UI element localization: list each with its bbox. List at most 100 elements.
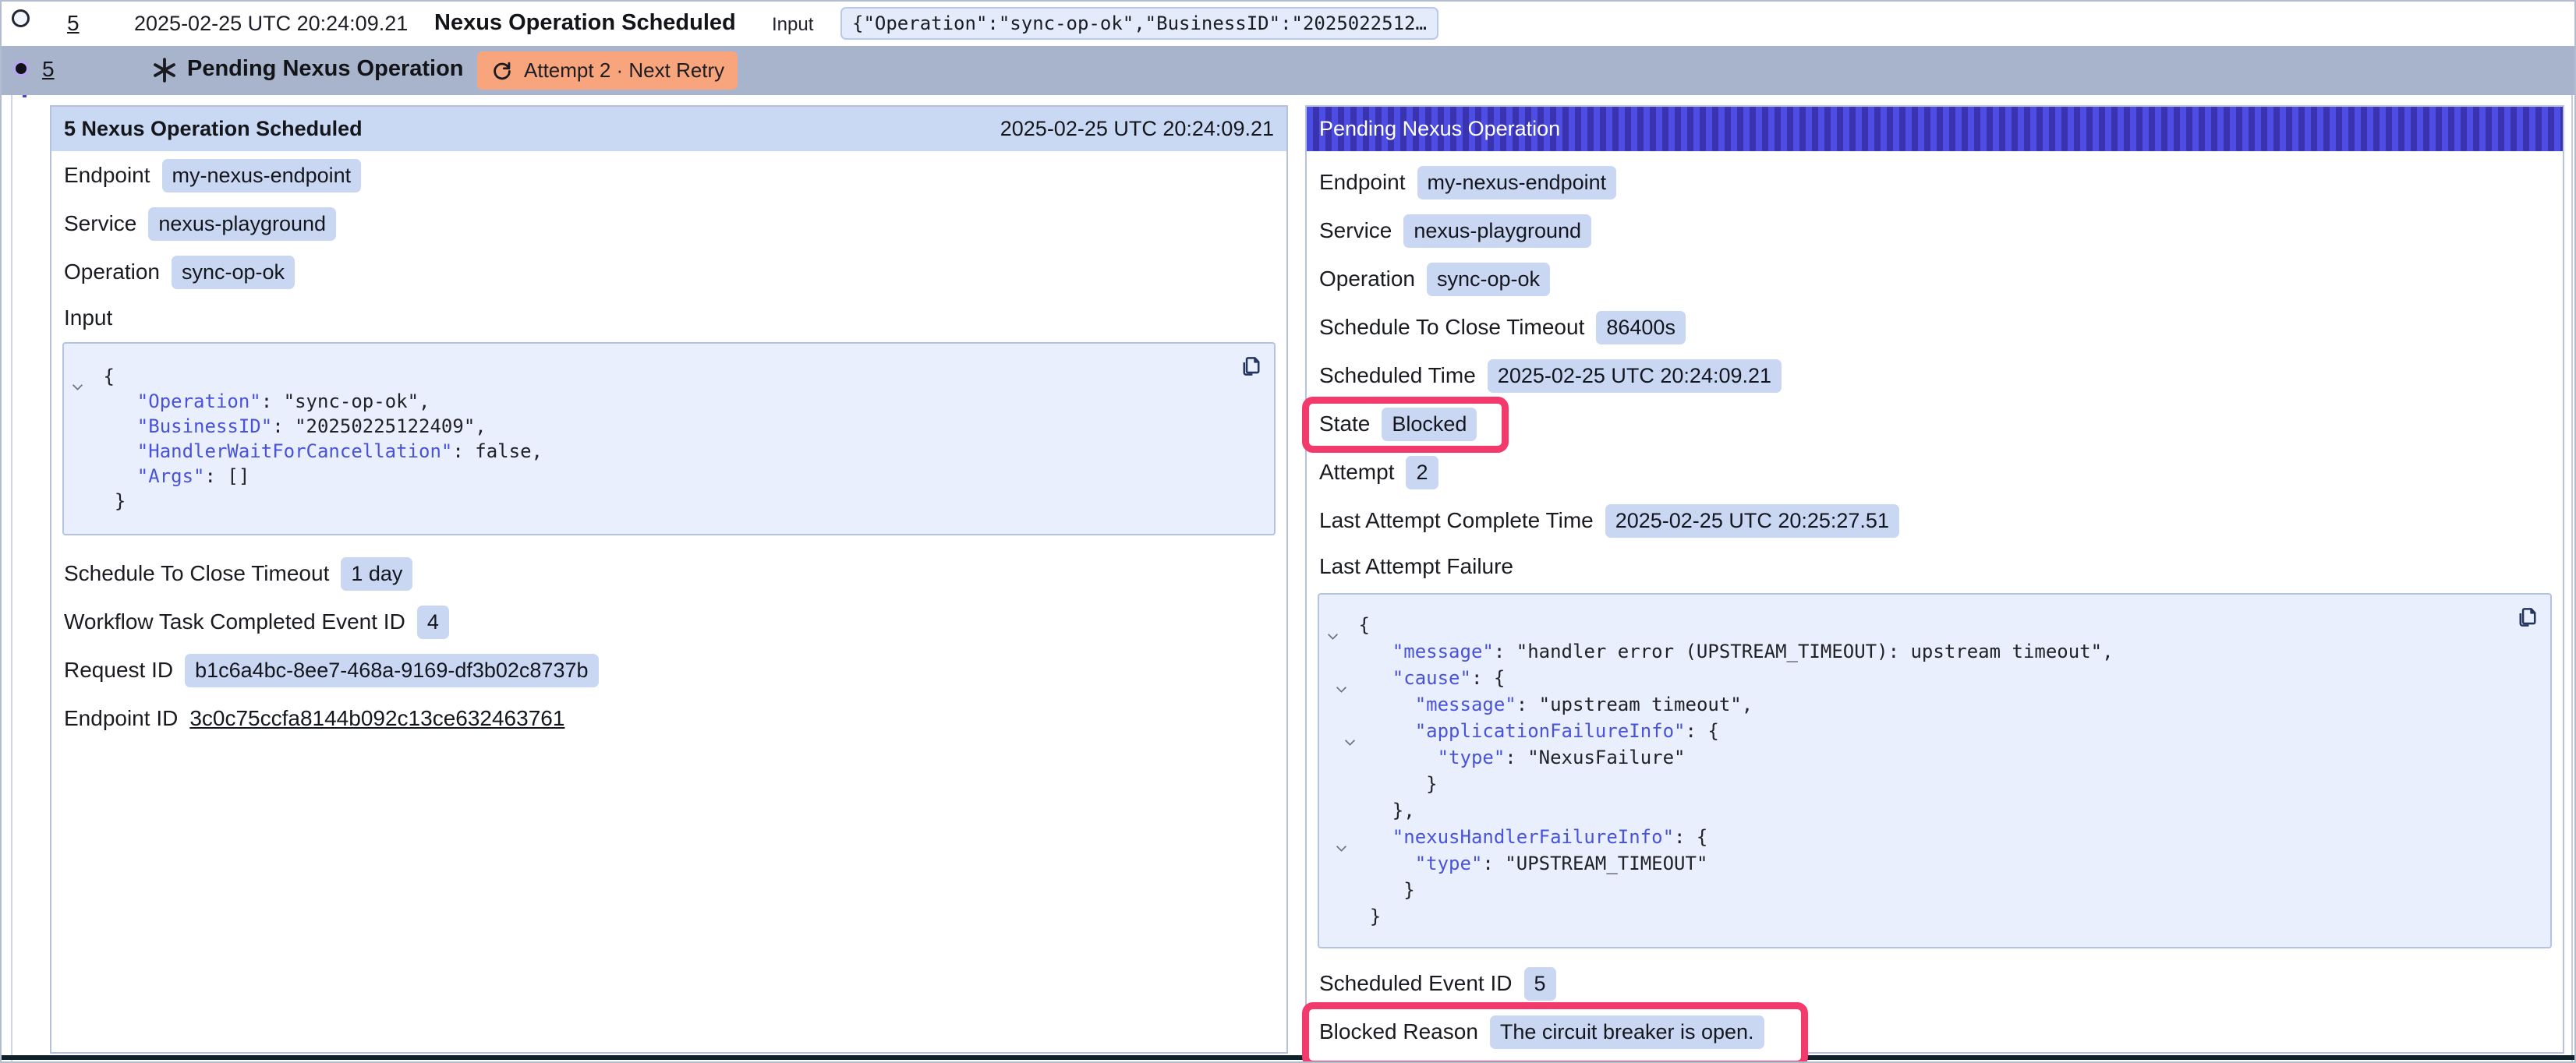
json-text: : {	[1674, 826, 1707, 848]
field-label: Blocked Reason	[1319, 1019, 1478, 1044]
json-line: "type": "NexusFailure"	[1347, 744, 2538, 771]
event-row-nexus-operation-scheduled[interactable]: 5 2025-02-25 UTC 20:24:09.21 Nexus Opera…	[2, 2, 2576, 46]
field-label: Attempt	[1319, 460, 1394, 485]
field-value-link[interactable]: 3c0c75ccfa8144b092c13ce632463761	[189, 706, 564, 731]
event-row-pending-nexus-operation[interactable]: 5 Pending Nexus Operation Attempt 2 · Ne…	[2, 46, 2576, 95]
field-value-badge: my-nexus-endpoint	[1417, 166, 1617, 200]
field-value-badge: 2025-02-25 UTC 20:25:27.51	[1605, 504, 1899, 538]
field-row-endpoint: Endpointmy-nexus-endpoint	[1307, 158, 2563, 207]
json-text: }	[1347, 773, 1438, 795]
json-text	[92, 390, 137, 412]
field-label: Endpoint ID	[64, 706, 178, 731]
retry-icon	[490, 59, 514, 83]
field-value-badge: 2025-02-25 UTC 20:24:09.21	[1488, 359, 1782, 393]
scheduled-fields-secondary: Schedule To Close Timeout 1 day Workflow T…	[51, 549, 1286, 743]
event-timestamp: 2025-02-25 UTC 20:24:09.21	[134, 12, 408, 36]
json-text	[92, 440, 137, 462]
left-frame-line	[11, 2, 12, 1061]
field-label: Scheduled Event ID	[1319, 971, 1513, 996]
json-line: }	[1347, 903, 2538, 930]
field-row-request-id: Request ID b1c6a4bc-8ee7-468a-9169-df3b02…	[51, 646, 1286, 694]
field-value-badge: 86400s	[1596, 311, 1686, 344]
pending-fields: Endpointmy-nexus-endpointServicenexus-pl…	[1307, 158, 2563, 545]
timeline-event-dot-open[interactable]	[12, 9, 30, 27]
json-key: "Operation"	[137, 390, 261, 412]
json-key: "nexusHandlerFailureInfo"	[1392, 826, 1674, 848]
field-row-attempt: Attempt 2	[1307, 448, 2563, 496]
json-key: "BusinessID"	[137, 415, 272, 437]
collapse-chevron-icon[interactable]	[72, 373, 83, 380]
pending-fields-secondary: Scheduled Event ID 5 Blocked Reason The cir…	[1307, 959, 2563, 1056]
field-value-badge: nexus-playground	[148, 207, 336, 241]
json-line: }	[92, 489, 1261, 514]
collapse-chevron-icon[interactable]	[1327, 621, 1339, 629]
field-row-endpoint: Endpointmy-nexus-endpoint	[51, 151, 1286, 200]
collapse-chevron-icon[interactable]	[1336, 833, 1347, 841]
json-text: : []	[205, 465, 250, 487]
json-line: {	[92, 364, 1261, 389]
json-line: "Operation": "sync-op-ok",	[92, 389, 1261, 414]
field-label: Request ID	[64, 658, 173, 683]
field-value-badge: sync-op-ok	[172, 256, 295, 289]
field-row-operation: Operationsync-op-ok	[1307, 255, 2563, 303]
attempt-retry-badge: Attempt 2 · Next Retry	[477, 51, 738, 90]
field-value-badge: 1 day	[341, 557, 412, 591]
field-label: State	[1319, 411, 1370, 436]
field-value-badge: b1c6a4bc-8ee7-468a-9169-df3b02c8737b	[185, 654, 598, 687]
field-label: Operation	[1319, 267, 1415, 291]
json-text: : "20250225122409",	[272, 415, 487, 437]
field-value-badge: 4	[417, 606, 449, 639]
input-section-label: Input	[51, 296, 1286, 340]
json-text: },	[1347, 800, 1415, 821]
json-text	[92, 465, 137, 487]
collapse-chevron-icon[interactable]	[1336, 674, 1347, 682]
last-attempt-failure-label: Last Attempt Failure	[1307, 545, 2563, 588]
pending-operation-panel: Pending Nexus Operation Endpointmy-nexus…	[1305, 105, 2564, 1054]
field-value-badge: 2	[1406, 456, 1438, 489]
event-id-link[interactable]: 5	[67, 11, 80, 36]
field-row-endpoint-id: Endpoint ID 3c0c75ccfa8144b092c13ce632463…	[51, 694, 1286, 743]
field-label: Workflow Task Completed Event ID	[64, 609, 405, 634]
failure-json-viewer: { "message": "handler error (UPSTREAM_TI…	[1318, 593, 2552, 948]
json-line: }	[1347, 877, 2538, 903]
json-text	[1347, 720, 1415, 742]
json-line: "message": "handler error (UPSTREAM_TIME…	[1347, 638, 2538, 665]
field-label: Schedule To Close Timeout	[64, 561, 329, 586]
field-label: Service	[64, 211, 136, 236]
right-frame-line	[2571, 2, 2573, 1061]
event-input-label: Input	[772, 14, 813, 36]
field-row-last-attempt-complete-time: Last Attempt Complete Time 2025-02-25 UTC…	[1307, 496, 2563, 545]
json-line: "HandlerWaitForCancellation": false,	[92, 439, 1261, 464]
json-key: "type"	[1438, 747, 1506, 768]
field-row-service: Service nexus-playground	[51, 200, 1286, 248]
json-text: }	[92, 490, 126, 512]
field-label: Last Attempt Complete Time	[1319, 508, 1594, 533]
input-json-viewer: { "Operation": "sync-op-ok", "BusinessID…	[62, 342, 1276, 535]
workflow-history-screen: 5 2025-02-25 UTC 20:24:09.21 Nexus Opera…	[0, 0, 2576, 1063]
event-title: Nexus Operation Scheduled	[434, 10, 736, 36]
json-key: "Args"	[137, 465, 205, 487]
field-value-badge: The circuit breaker is open.	[1490, 1015, 1764, 1049]
json-text: {	[1347, 614, 1370, 636]
pending-asterisk-icon	[151, 57, 178, 83]
json-text	[1347, 853, 1415, 874]
field-row-scheduled-event-id: Scheduled Event ID 5	[1307, 959, 2563, 1008]
collapse-chevron-icon[interactable]	[1344, 727, 1356, 735]
panel-timestamp: 2025-02-25 UTC 20:24:09.21	[1000, 117, 1274, 141]
json-text: : "UPSTREAM_TIMEOUT"	[1482, 853, 1707, 874]
pending-panel-header: Pending Nexus Operation	[1307, 107, 2563, 151]
json-line: "BusinessID": "20250225122409",	[92, 414, 1261, 439]
json-text	[1347, 641, 1392, 662]
json-line: },	[1347, 797, 2538, 824]
json-line: }	[1347, 771, 2538, 797]
json-text: }	[1347, 906, 1381, 927]
json-text: {	[92, 366, 115, 387]
event-id-link[interactable]: 5	[42, 57, 55, 82]
json-text: : "upstream timeout",	[1516, 694, 1753, 715]
timeline-event-dot-current[interactable]	[13, 61, 29, 76]
field-label: Operation	[64, 260, 160, 284]
event-detail-panel-scheduled: 5 Nexus Operation Scheduled 2025-02-25 U…	[50, 105, 1288, 1054]
field-value-badge: 5	[1524, 967, 1556, 1001]
field-value-badge: my-nexus-endpoint	[162, 159, 362, 192]
json-line: "applicationFailureInfo": {	[1347, 718, 2538, 744]
